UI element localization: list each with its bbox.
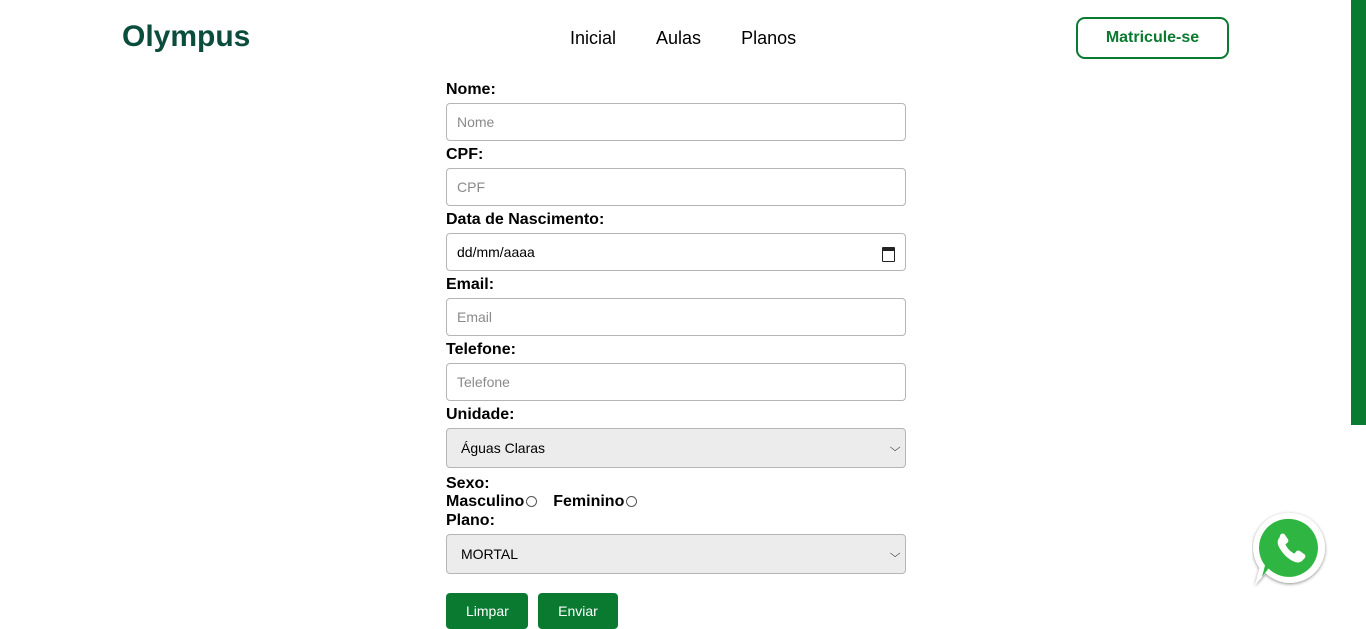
email-label: Email: — [446, 276, 495, 293]
feminino-label: Feminino — [553, 493, 625, 510]
form-actions: Limpar Enviar — [446, 593, 906, 629]
telefone-label: Telefone: — [446, 341, 516, 358]
email-input[interactable] — [446, 298, 906, 336]
nav-link-inicial[interactable]: Inicial — [570, 27, 616, 49]
plano-label: Plano: — [446, 512, 495, 529]
nome-input[interactable] — [446, 103, 906, 141]
main-nav: Inicial Aulas Planos — [570, 27, 796, 49]
enrollment-form: Nome: CPF: Data de Nascimento: dd/mm/aaa… — [446, 80, 906, 629]
date-value: dd/mm/aaaa — [457, 244, 535, 260]
sexo-label: Sexo: — [446, 475, 490, 492]
masculino-radio[interactable] — [526, 495, 538, 507]
sexo-radio-group: Masculino Feminino — [446, 493, 906, 511]
whatsapp-button[interactable] — [1252, 510, 1330, 588]
chevron-down-icon: ⌵ — [889, 441, 901, 454]
feminino-radio[interactable] — [626, 495, 638, 507]
site-logo[interactable]: Olympus — [122, 19, 250, 55]
limpar-button[interactable]: Limpar — [446, 593, 528, 629]
unidade-label: Unidade: — [446, 406, 515, 423]
unidade-selected-value: Águas Claras — [461, 440, 546, 456]
cpf-label: CPF: — [446, 146, 484, 163]
nascimento-date-input[interactable]: dd/mm/aaaa — [446, 233, 906, 271]
side-accent-bar — [1351, 0, 1366, 425]
plano-selected-value: MORTAL — [461, 546, 519, 562]
unidade-select[interactable]: Águas Claras ⌵ — [446, 428, 906, 468]
matricule-se-button[interactable]: Matricule-se — [1076, 17, 1229, 59]
nav-link-planos[interactable]: Planos — [741, 27, 796, 49]
masculino-label: Masculino — [446, 493, 525, 510]
plano-select[interactable]: MORTAL ⌵ — [446, 534, 906, 574]
nav-link-aulas[interactable]: Aulas — [656, 27, 701, 49]
calendar-icon[interactable] — [882, 246, 895, 262]
nome-label: Nome: — [446, 81, 496, 98]
chevron-down-icon: ⌵ — [889, 547, 901, 560]
whatsapp-icon — [1253, 512, 1325, 585]
telefone-input[interactable] — [446, 363, 906, 401]
nascimento-label: Data de Nascimento: — [446, 211, 605, 228]
enviar-button[interactable]: Enviar — [538, 593, 618, 629]
cpf-input[interactable] — [446, 168, 906, 206]
